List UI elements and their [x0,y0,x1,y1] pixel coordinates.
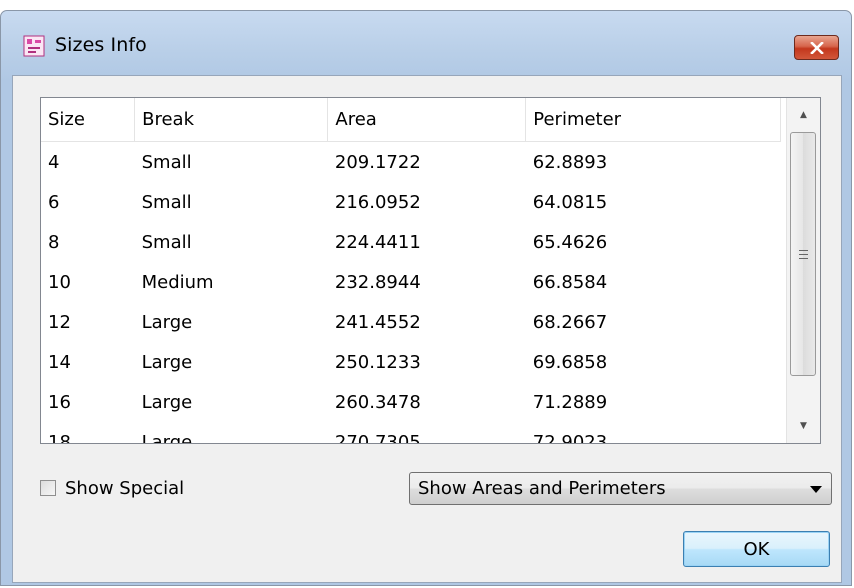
grip-icon [798,249,808,259]
cell-break: Medium [141,271,214,293]
cell-size: 6 [48,191,60,213]
table-row[interactable]: 14 Large 250.1233 69.6858 [41,342,781,382]
cell-size: 18 [48,431,71,444]
scroll-up-button[interactable]: ▲ [787,98,820,132]
cell-size: 14 [48,351,71,373]
table-row[interactable]: 12 Large 241.4552 68.2667 [41,302,781,342]
table-row[interactable]: 10 Medium 232.8944 66.8584 [41,262,781,302]
show-special-option[interactable]: Show Special [40,472,184,504]
cell-area: 209.1722 [334,151,421,173]
cell-perimeter: 72.9023 [532,431,608,444]
display-mode-value: Show Areas and Perimeters [418,478,666,499]
sizes-table[interactable]: Size Break Area Perimeter 4 Small 209.17… [40,97,821,444]
arrow-up-icon: ▲ [800,110,807,120]
table-row[interactable]: 8 Small 224.4411 65.4626 [41,222,781,262]
column-header-size[interactable]: Size [41,98,136,142]
cell-perimeter: 68.2667 [532,311,608,333]
cell-perimeter: 64.0815 [532,191,608,213]
close-icon [809,41,824,54]
app-icon [23,35,45,57]
sizes-info-dialog: Sizes Info Size Break Area Perimeter 4 S… [0,10,852,586]
display-mode-select[interactable]: Show Areas and Perimeters [409,472,832,505]
cell-area: 270.7305 [334,431,421,444]
vertical-scrollbar[interactable]: ▲ ▼ [786,98,820,443]
table-row[interactable]: 18 Large 270.7305 72.9023 [41,422,781,444]
column-header-perimeter[interactable]: Perimeter [525,98,781,142]
column-header-break[interactable]: Break [134,98,329,142]
scroll-down-button[interactable]: ▼ [787,409,820,443]
cell-perimeter: 65.4626 [532,231,608,253]
cell-perimeter: 71.2889 [532,391,608,413]
cell-size: 12 [48,311,71,333]
column-header-area[interactable]: Area [327,98,527,142]
cell-area: 260.3478 [334,391,421,413]
scroll-thumb[interactable] [790,132,816,376]
cell-break: Large [141,351,193,373]
show-special-label: Show Special [65,477,185,499]
window-title: Sizes Info [55,34,147,56]
arrow-down-icon: ▼ [800,421,807,431]
cell-break: Large [141,391,193,413]
cell-size: 16 [48,391,71,413]
table-row[interactable]: 16 Large 260.3478 71.2889 [41,382,781,422]
cell-break: Small [141,151,192,173]
cell-area: 216.0952 [334,191,421,213]
title-bar[interactable]: Sizes Info [1,11,851,75]
show-special-checkbox[interactable] [40,480,56,496]
cell-perimeter: 69.6858 [532,351,608,373]
cell-area: 232.8944 [334,271,421,293]
cell-area: 250.1233 [334,351,421,373]
ok-button[interactable]: OK [683,531,830,567]
cell-perimeter: 66.8584 [532,271,608,293]
cell-area: 224.4411 [334,231,421,253]
cell-break: Small [141,191,192,213]
cell-break: Large [141,431,193,444]
cell-break: Small [141,231,192,253]
dialog-client-area: Size Break Area Perimeter 4 Small 209.17… [12,75,842,583]
cell-size: 8 [48,231,60,253]
sizes-grid: Size Break Area Perimeter 4 Small 209.17… [41,98,781,444]
table-row[interactable]: 6 Small 216.0952 64.0815 [41,182,781,222]
cell-area: 241.4552 [334,311,421,333]
cell-size: 4 [48,151,60,173]
cell-perimeter: 62.8893 [532,151,608,173]
table-row[interactable]: 4 Small 209.1722 62.8893 [41,142,781,183]
table-header-row: Size Break Area Perimeter [41,98,781,142]
cell-size: 10 [48,271,71,293]
cell-break: Large [141,311,193,333]
close-button[interactable] [794,35,839,60]
chevron-down-icon [810,486,822,493]
